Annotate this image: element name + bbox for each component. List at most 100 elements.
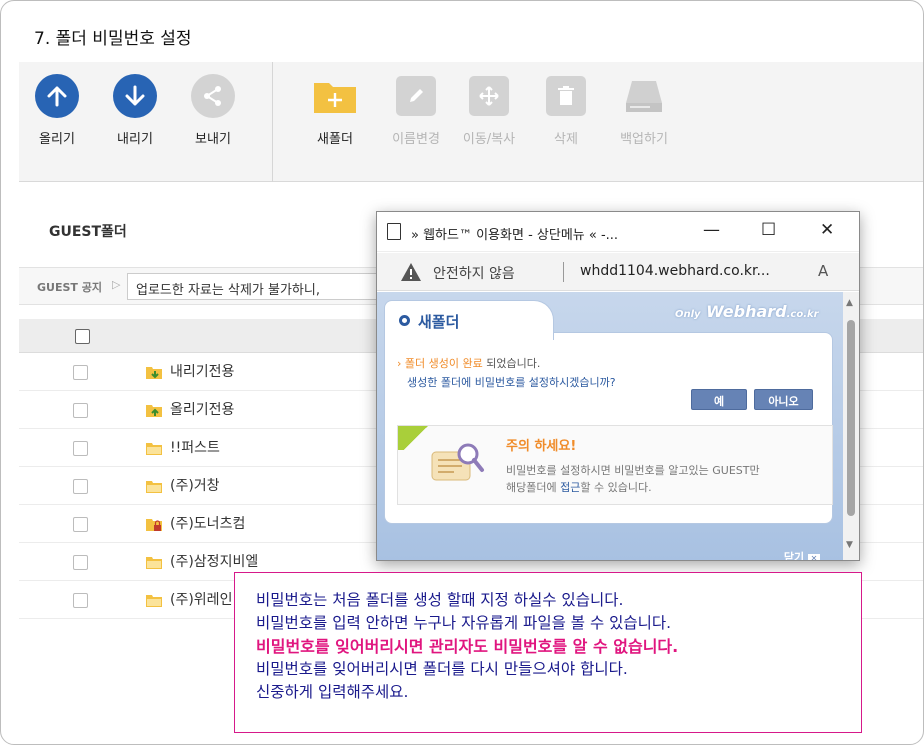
chevron-right-icon: ▷	[112, 278, 121, 291]
caution-access-word: 접근	[560, 481, 581, 494]
header-bullet-icon	[399, 315, 410, 326]
delete-label: 삭제	[554, 132, 578, 147]
folder-icon	[146, 443, 162, 455]
download-folder-icon	[146, 367, 162, 379]
close-window-button[interactable]: ✕	[820, 220, 834, 240]
scroll-thumb[interactable]	[847, 320, 855, 516]
main-frame: 7. 폴더 비밀번호 설정 올리기 내리기 보내기 새폴더 이름변경 이동/복사…	[0, 0, 924, 745]
move-icon	[469, 76, 509, 116]
caution-line-1: 비밀번호를 설정하시면 비밀번호를 알고있는 GUEST만	[506, 464, 760, 477]
caution-line-2a: 해당폴더에	[506, 481, 561, 494]
close-label: 닫기	[783, 551, 805, 561]
caution-title: 주의 하세요!	[506, 439, 577, 454]
row-checkbox[interactable]	[73, 593, 88, 608]
new-folder-label: 새폴더	[317, 132, 353, 147]
row-checkbox[interactable]	[73, 517, 88, 532]
guest-folder-title: GUEST폴더	[49, 224, 127, 240]
row-checkbox[interactable]	[73, 555, 88, 570]
folder-name[interactable]: (주)도너츠컴	[170, 513, 245, 533]
address-bar: 안전하지 않음 whdd1104.webhard.co.kr... A	[377, 253, 859, 291]
notice-label: GUEST 공지	[37, 281, 102, 294]
trash-icon	[546, 76, 586, 116]
send-label: 보내기	[195, 132, 231, 147]
popup-header-title: 새폴더	[418, 313, 460, 331]
folder-icon	[146, 595, 162, 607]
download-button[interactable]: 내리기	[103, 74, 167, 147]
backup-button[interactable]: 백업하기	[612, 74, 676, 147]
info-line-5: 신중하게 입력해주세요.	[256, 683, 409, 701]
info-line-1: 비밀번호는 처음 폴더를 생성 할때 지정 하실수 있습니다.	[256, 591, 624, 609]
drive-icon	[624, 76, 664, 116]
rename-button[interactable]: 이름변경	[384, 74, 448, 147]
row-checkbox[interactable]	[73, 403, 88, 418]
read-aloud-icon[interactable]: A	[818, 262, 828, 280]
arrow-down-icon	[113, 74, 157, 118]
caution-line-2: 해당폴더에 접근할 수 있습니다.	[506, 479, 652, 495]
set-password-question: 생성한 폴더에 비밀번호를 설정하시겠습니까?	[407, 376, 616, 389]
yes-button[interactable]: 예	[691, 389, 747, 410]
password-info-box: 비밀번호는 처음 폴더를 생성 할때 지정 하실수 있습니다. 비밀번호를 입력…	[234, 572, 862, 733]
toolbar: 올리기 내리기 보내기 새폴더 이름변경 이동/복사 삭제 백업하기	[19, 62, 923, 182]
no-button[interactable]: 아니오	[754, 389, 813, 410]
scroll-down-icon[interactable]: ▼	[846, 540, 853, 550]
notice-text: 업로드한 자료는 삭제가 불가하니,	[127, 273, 387, 300]
brand-name: Webhard	[706, 302, 787, 321]
popup-header-tab: 새폴더	[384, 300, 554, 340]
message-rest: 되었습니다.	[482, 357, 541, 370]
folder-name[interactable]: 올리기전용	[170, 399, 234, 419]
row-checkbox[interactable]	[73, 479, 88, 494]
share-icon	[191, 74, 235, 118]
document-icon	[387, 223, 401, 240]
info-warning-line: 비밀번호를 잊어버리시면 관리자도 비밀번호를 알 수 없습니다.	[256, 637, 679, 656]
send-button[interactable]: 보내기	[181, 74, 245, 147]
address-divider	[563, 262, 564, 282]
move-copy-label: 이동/복사	[462, 132, 516, 147]
new-folder-button[interactable]: 새폴더	[303, 74, 367, 147]
row-checkbox[interactable]	[73, 441, 88, 456]
rename-label: 이름변경	[392, 132, 440, 147]
popup-url[interactable]: whdd1104.webhard.co.kr...	[580, 263, 770, 279]
download-label: 내리기	[117, 132, 153, 147]
row-checkbox[interactable]	[73, 365, 88, 380]
info-line-2: 비밀번호를 입력 안하면 누구나 자유롭게 파일을 볼 수 있습니다.	[256, 614, 672, 632]
new-folder-icon	[313, 74, 357, 118]
folder-icon	[146, 557, 162, 569]
folder-name[interactable]: (주)거창	[170, 475, 220, 495]
popup-close-link[interactable]: 닫기 ✕	[720, 549, 820, 561]
minimize-button[interactable]: —	[703, 220, 720, 240]
delete-button[interactable]: 삭제	[534, 74, 598, 147]
backup-label: 백업하기	[620, 132, 668, 147]
upload-folder-icon	[146, 405, 162, 417]
popup-scrollbar[interactable]: ▲ ▼	[843, 292, 859, 560]
close-box-icon: ✕	[808, 554, 820, 560]
magnifier-note-icon	[431, 443, 484, 481]
upload-label: 올리기	[39, 132, 75, 147]
locked-folder-icon	[146, 519, 162, 531]
info-line-4: 비밀번호를 잊어버리시면 폴더를 다시 만들으셔야 합니다.	[256, 660, 628, 678]
caution-line-2c: 할 수 있습니다.	[580, 481, 652, 494]
maximize-button[interactable]: ☐	[761, 220, 776, 240]
toolbar-divider	[272, 62, 273, 182]
webhard-logo: Only Webhard.co.kr	[675, 302, 819, 321]
insecure-label[interactable]: 안전하지 않음	[433, 263, 515, 283]
pencil-icon	[396, 76, 436, 116]
creation-complete-message: › 폴더 생성이 완료 되었습니다.	[397, 357, 541, 370]
folder-icon	[146, 481, 162, 493]
popup-titlebar: » 웹하드™ 이용화면 - 상단메뉴 « -... — ☐ ✕	[377, 212, 859, 252]
page-title: 7. 폴더 비밀번호 설정	[34, 29, 192, 49]
folder-name[interactable]: (주)위레인	[170, 589, 232, 609]
folder-name[interactable]: (주)삼정지비엘	[170, 551, 258, 571]
warning-icon	[401, 263, 421, 281]
message-highlight: 폴더 생성이 완료	[404, 357, 483, 370]
caution-box: 주의 하세요! 비밀번호를 설정하시면 비밀번호를 알고있는 GUEST만 해당…	[397, 425, 833, 505]
popup-window-title: » 웹하드™ 이용화면 - 상단메뉴 « -...	[411, 228, 619, 243]
arrow-up-icon	[35, 74, 79, 118]
move-copy-button[interactable]: 이동/복사	[457, 74, 521, 147]
brand-prefix: Only	[675, 309, 701, 320]
upload-button[interactable]: 올리기	[25, 74, 89, 147]
select-all-checkbox[interactable]	[75, 329, 90, 344]
scroll-up-icon[interactable]: ▲	[846, 298, 853, 308]
folder-name[interactable]: !!퍼스트	[170, 437, 220, 457]
folder-name[interactable]: 내리기전용	[170, 361, 234, 381]
brand-suffix: .co.kr	[786, 309, 819, 320]
